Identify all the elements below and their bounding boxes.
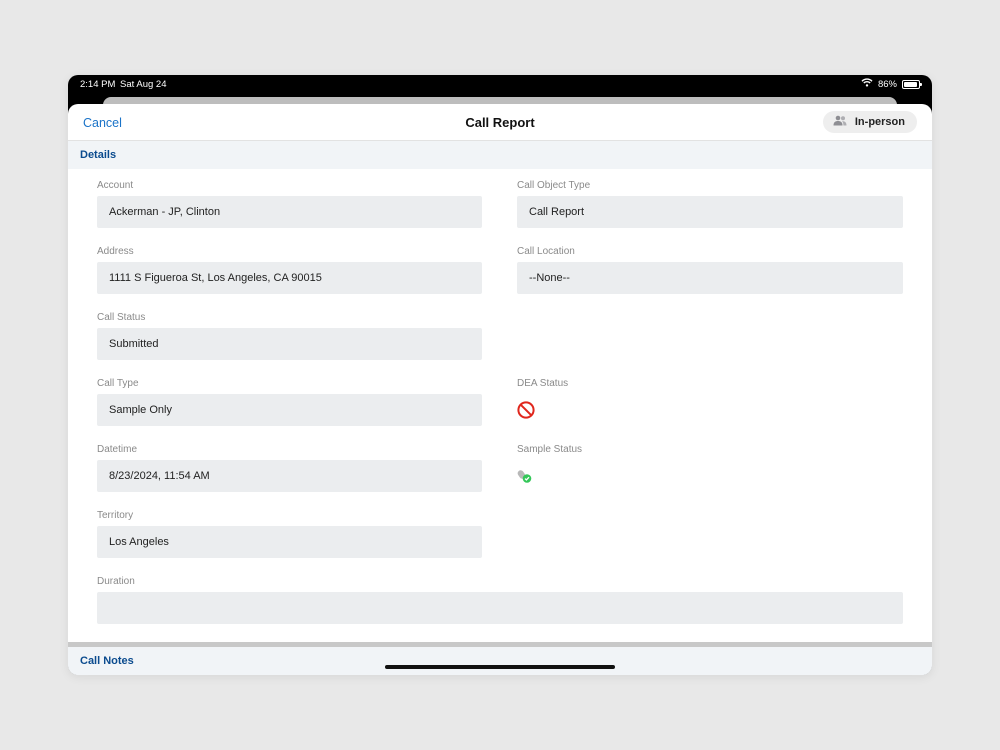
status-right: 86% [861, 78, 922, 90]
in-person-button[interactable]: In-person [822, 111, 917, 133]
address-field[interactable]: 1111 S Figueroa St, Los Angeles, CA 9001… [97, 262, 482, 294]
battery-percent: 86% [877, 78, 897, 90]
nav-bar: Cancel Call Report In-person [68, 104, 932, 141]
sample-status-label: Sample Status [517, 444, 583, 455]
cancel-button[interactable]: Cancel [83, 116, 122, 130]
wifi-icon [861, 78, 873, 90]
prohibited-icon [517, 401, 535, 424]
dea-status-label: DEA Status [517, 378, 569, 389]
status-bar: 2:14 PM Sat Aug 24 86% [68, 75, 932, 95]
in-person-label: In-person [854, 116, 905, 128]
status-date: Sat Aug 24 [120, 79, 167, 90]
people-icon [833, 115, 847, 129]
call-report-sheet: Cancel Call Report In-person Details Acc… [68, 104, 932, 675]
call-location-field[interactable]: --None-- [517, 262, 903, 294]
page-title: Call Report [465, 115, 535, 130]
call-status-label: Call Status [97, 312, 146, 323]
ipad-screen: 2:14 PM Sat Aug 24 86% Cancel Call Repor… [68, 75, 932, 675]
call-notes-section-header: Call Notes [68, 647, 932, 675]
account-field[interactable]: Ackerman - JP, Clinton [97, 196, 482, 228]
territory-label: Territory [97, 510, 134, 521]
duration-label: Duration [97, 576, 135, 587]
address-label: Address [97, 246, 134, 257]
home-indicator[interactable] [385, 665, 615, 669]
call-type-field[interactable]: Sample Only [97, 394, 482, 426]
call-status-field[interactable]: Submitted [97, 328, 482, 360]
status-time: 2:14 PM [80, 79, 116, 90]
territory-field[interactable]: Los Angeles [97, 526, 482, 558]
duration-field[interactable] [97, 592, 903, 624]
call-location-label: Call Location [517, 246, 575, 257]
call-object-type-field[interactable]: Call Report [517, 196, 903, 228]
battery-icon [902, 79, 922, 89]
call-object-type-label: Call Object Type [517, 180, 591, 191]
datetime-label: Datetime [97, 444, 138, 455]
details-section-header: Details [68, 141, 932, 169]
datetime-field[interactable]: 8/23/2024, 11:54 AM [97, 460, 482, 492]
call-type-label: Call Type [97, 378, 139, 389]
account-label: Account [97, 180, 134, 191]
sample-check-icon [517, 468, 533, 489]
